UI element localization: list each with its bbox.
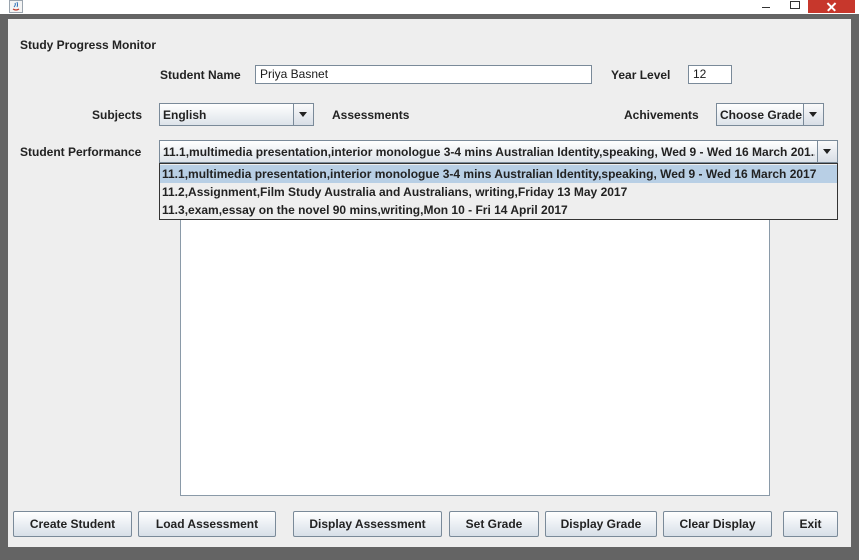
dropdown-option[interactable]: 11.2,Assignment,Film Study Australia and… (160, 183, 837, 201)
dropdown-option[interactable]: 11.3,exam,essay on the novel 90 mins,wri… (160, 201, 837, 219)
load-assessment-button[interactable]: Load Assessment (138, 511, 276, 537)
display-grade-button[interactable]: Display Grade (545, 511, 657, 537)
achievements-label: Achivements (624, 108, 699, 122)
grade-combobox[interactable]: Choose Grade (716, 103, 824, 126)
assessments-label: Assessments (332, 108, 410, 122)
display-assessment-button[interactable]: Display Assessment (293, 511, 442, 537)
clear-display-button[interactable]: Clear Display (663, 511, 772, 537)
chevron-down-icon[interactable] (803, 104, 823, 125)
dropdown-option[interactable]: 11.1,multimedia presentation,interior mo… (160, 165, 837, 183)
student-name-label: Student Name (160, 68, 241, 82)
set-grade-button[interactable]: Set Grade (449, 511, 539, 537)
maximize-button[interactable] (781, 0, 807, 13)
grade-selected: Choose Grade (720, 108, 803, 122)
chevron-down-icon[interactable] (817, 141, 837, 162)
assessment-selected: 11.1,multimedia presentation,interior mo… (163, 145, 815, 159)
exit-button[interactable]: Exit (783, 511, 838, 537)
student-performance-label: Student Performance (20, 145, 142, 159)
student-name-field[interactable]: Priya Basnet (255, 65, 592, 84)
year-level-label: Year Level (611, 68, 671, 82)
java-app-icon (9, 0, 23, 13)
assessment-combobox[interactable]: 11.1,multimedia presentation,interior mo… (159, 140, 838, 163)
chevron-down-icon[interactable] (293, 104, 313, 125)
create-student-button[interactable]: Create Student (13, 511, 132, 537)
subjects-label: Subjects (92, 108, 143, 122)
close-button[interactable] (808, 0, 855, 13)
minimize-button[interactable] (752, 0, 778, 13)
subjects-combobox[interactable]: English (159, 103, 314, 126)
display-area[interactable] (180, 219, 770, 496)
subjects-selected: English (163, 108, 207, 122)
assessment-dropdown-list[interactable]: 11.1,multimedia presentation,interior mo… (159, 163, 838, 220)
title-bar (0, 0, 859, 14)
app-title: Study Progress Monitor (20, 38, 157, 52)
year-level-field[interactable]: 12 (688, 65, 732, 84)
